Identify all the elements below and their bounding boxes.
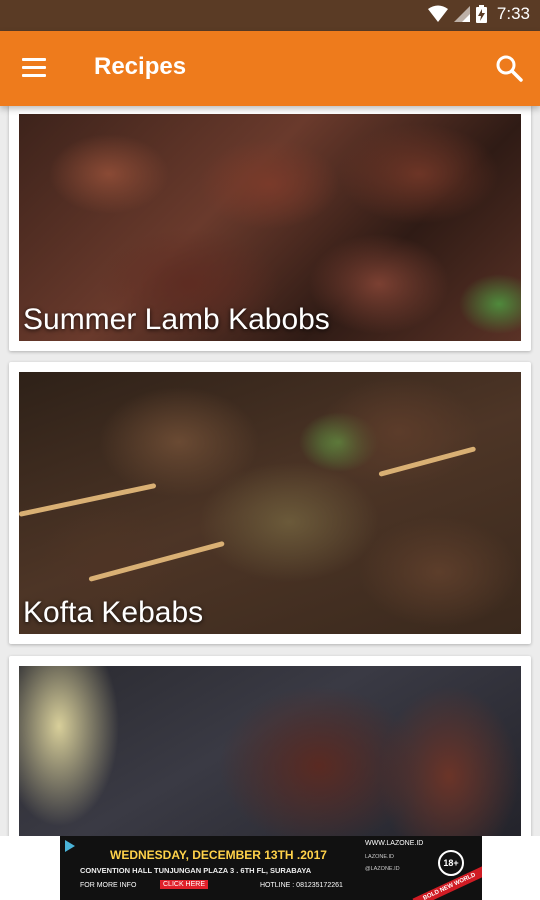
hamburger-menu-icon-bar [22, 66, 46, 69]
ad-social-facebook: LAZONE.ID [365, 854, 395, 860]
ad-more-info: FOR MORE INFO [80, 882, 137, 889]
recipe-title: Kofta Kebabs [23, 596, 204, 629]
status-time: 7:33 [496, 4, 530, 23]
recipe-card[interactable]: Summer Lamb Kabobs [9, 106, 531, 351]
hamburger-menu-icon [22, 58, 46, 61]
recipe-card[interactable]: Kofta Kebabs [9, 362, 531, 644]
ad-creative[interactable]: WEDNESDAY, DECEMBER 13TH .2017 CONVENTIO… [60, 836, 482, 900]
recipe-card[interactable] [9, 656, 531, 836]
search-button[interactable] [494, 53, 526, 85]
skewer-decoration [88, 540, 225, 582]
ad-site: WWW.LAZONE.ID [365, 840, 424, 847]
ad-hotline: HOTLINE : 081235172261 [260, 882, 343, 889]
ad-banner: WEDNESDAY, DECEMBER 13TH .2017 CONVENTIO… [0, 836, 540, 900]
recipe-list[interactable]: Summer Lamb Kabobs Kofta Kebabs [0, 106, 540, 836]
status-bar: 7:33 [0, 0, 540, 31]
status-icons: 7:33 [427, 4, 530, 24]
menu-button[interactable] [18, 54, 52, 84]
ad-choices-icon[interactable] [62, 838, 78, 854]
search-icon [496, 55, 523, 82]
wifi-icon [427, 5, 448, 22]
ad-click-here-button[interactable]: CLICK HERE [160, 880, 209, 889]
age-rating-badge: 18+ [438, 850, 464, 876]
recipe-title: Summer Lamb Kabobs [23, 303, 330, 336]
recipe-photo [19, 372, 521, 634]
cell-signal-icon [453, 6, 470, 22]
hamburger-menu-icon-bar [22, 74, 46, 77]
ad-venue: CONVENTION HALL TUNJUNGAN PLAZA 3 . 6TH … [80, 866, 312, 875]
ad-social-instagram: @LAZONE.ID [365, 866, 400, 872]
skewer-decoration [378, 446, 477, 477]
battery-charging-icon [475, 5, 487, 23]
skewer-decoration [19, 482, 157, 517]
app-bar: Recipes [0, 31, 540, 106]
ad-headline: WEDNESDAY, DECEMBER 13TH .2017 [110, 848, 327, 862]
recipe-photo [19, 666, 521, 836]
page-title: Recipes [94, 53, 187, 80]
